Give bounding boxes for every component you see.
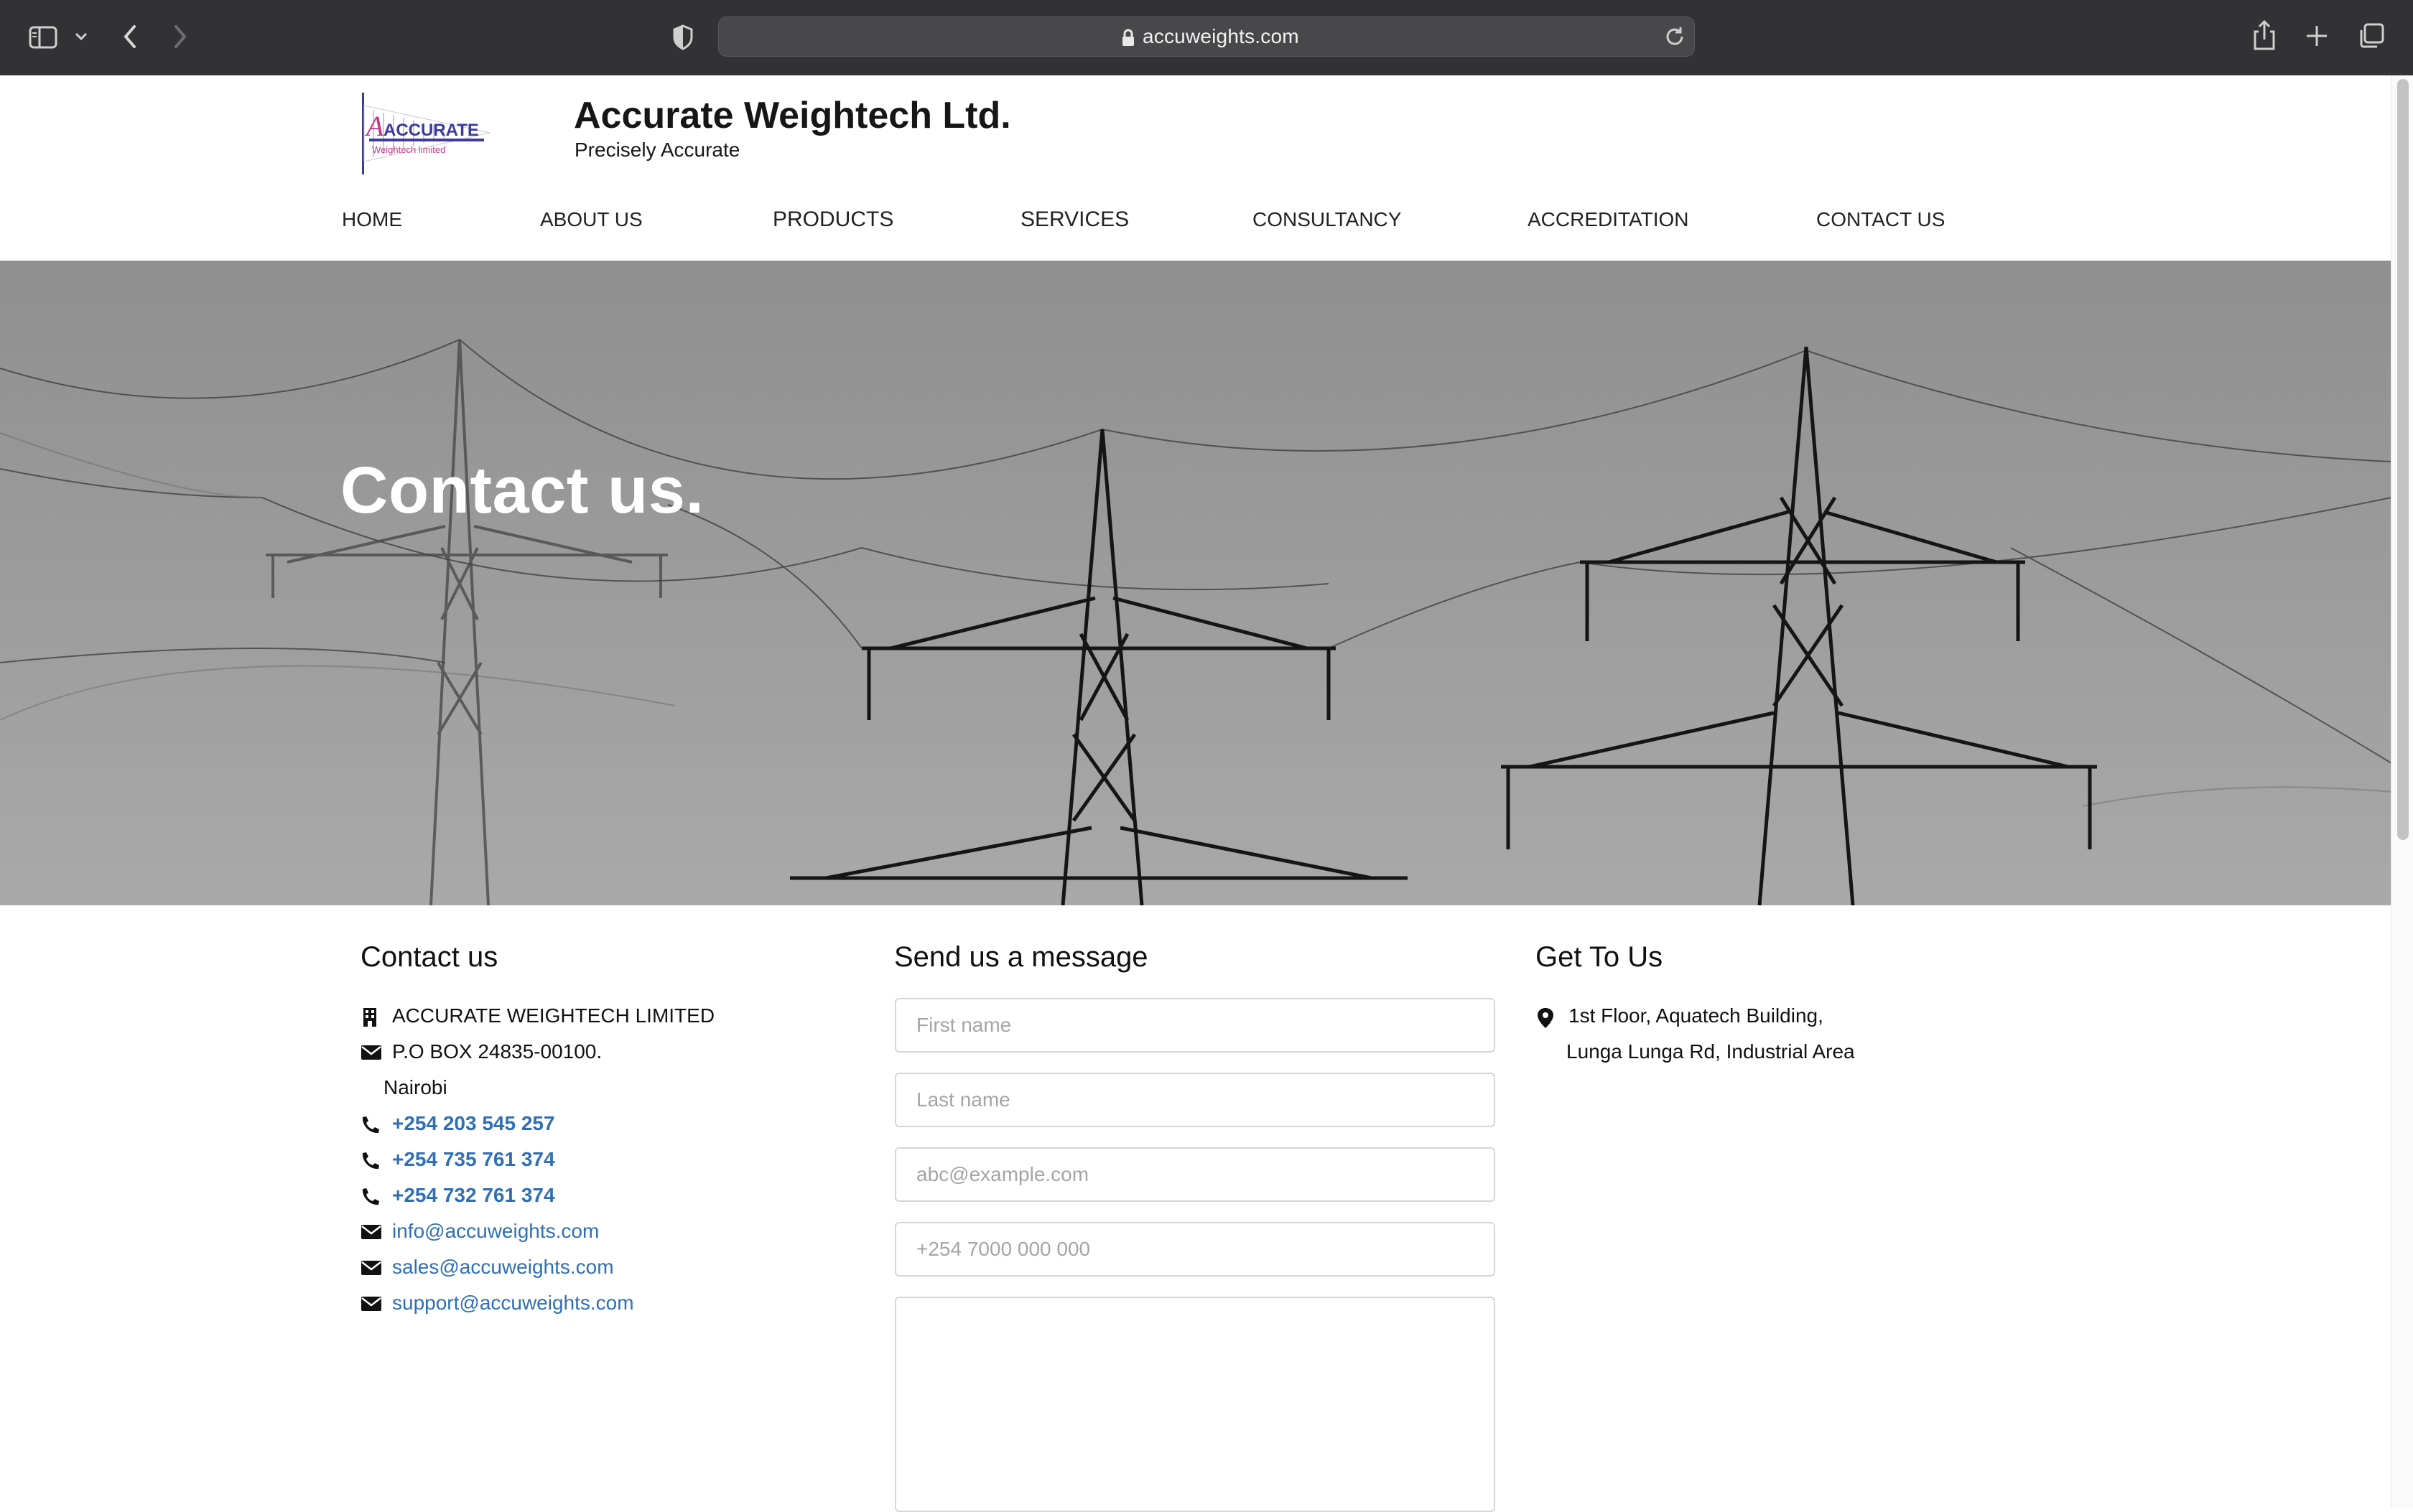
site-tagline: Precisely Accurate <box>575 139 740 161</box>
address-row-2: Lunga Lunga Rd, Industrial Area <box>1566 1040 1855 1063</box>
location-heading: Get To Us <box>1535 941 1663 973</box>
envelope-icon <box>361 1294 382 1315</box>
hero-banner: Contact us. <box>0 261 2391 905</box>
phone-icon <box>361 1115 382 1135</box>
lock-icon <box>1121 29 1135 47</box>
new-tab-plus-icon[interactable] <box>2305 24 2328 47</box>
privacy-shield-icon[interactable] <box>672 24 694 50</box>
nav-item-accreditation[interactable]: ACCREDITATION <box>1528 208 1689 231</box>
web-page: A ACCURATE Weightech limited Accurate We… <box>0 75 2391 1512</box>
map-pin-icon <box>1537 1007 1558 1028</box>
forward-arrow-icon[interactable] <box>172 24 188 50</box>
message-form-heading: Send us a message <box>894 941 1148 973</box>
company-name: ACCURATE WEIGHTECH LIMITED <box>392 1004 715 1027</box>
last-name-field[interactable] <box>895 1073 1495 1127</box>
nav-item-products[interactable]: PRODUCTS <box>773 207 893 232</box>
phone-icon <box>361 1151 382 1171</box>
building-icon <box>361 1007 382 1027</box>
address-bar[interactable]: accuweights.com <box>718 17 1695 57</box>
share-icon[interactable] <box>2252 20 2277 50</box>
sidebar-toggle-icon[interactable] <box>29 26 57 49</box>
browser-toolbar: accuweights.com <box>0 0 2413 76</box>
nav-item-home[interactable]: HOME <box>342 208 402 231</box>
first-name-field[interactable] <box>895 998 1495 1053</box>
email-link[interactable]: support@accuweights.com <box>392 1292 634 1315</box>
envelope-icon <box>361 1223 382 1243</box>
phone-link[interactable]: +254 203 545 257 <box>392 1112 555 1135</box>
phone-field[interactable] <box>895 1222 1495 1277</box>
phone-icon <box>361 1187 382 1207</box>
phone-link[interactable]: +254 735 761 374 <box>392 1148 555 1171</box>
city: Nairobi <box>383 1076 447 1098</box>
url-text: accuweights.com <box>1143 25 1299 47</box>
nav-item-about-us[interactable]: ABOUT US <box>540 208 643 231</box>
message-textarea[interactable] <box>895 1297 1495 1512</box>
tab-overview-icon[interactable] <box>2358 23 2384 49</box>
address-line-2: Lunga Lunga Rd, Industrial Area <box>1566 1040 1855 1063</box>
site-title[interactable]: Accurate Weightech Ltd. <box>574 94 1011 137</box>
city-row: Nairobi <box>383 1076 447 1099</box>
logo-text-main: ACCURATE <box>383 121 479 140</box>
phone-link[interactable]: +254 732 761 374 <box>392 1184 555 1207</box>
svg-text:A: A <box>364 110 384 142</box>
page-scrollbar-thumb[interactable] <box>2397 79 2409 840</box>
hero-title: Contact us. <box>340 454 705 527</box>
svg-text:Weightech limited: Weightech limited <box>372 144 445 155</box>
power-pylons-image <box>0 261 2391 905</box>
contact-heading: Contact us <box>361 941 498 973</box>
logo-text-sub: Weightech limited <box>372 144 445 155</box>
chevron-down-icon[interactable] <box>75 32 88 42</box>
company-logo[interactable]: A ACCURATE Weightech limited <box>359 91 493 176</box>
back-arrow-icon[interactable] <box>122 24 138 50</box>
email-link[interactable]: info@accuweights.com <box>392 1220 599 1243</box>
envelope-icon <box>361 1259 382 1279</box>
svg-text:ACCURATE: ACCURATE <box>383 121 479 140</box>
email-field[interactable] <box>895 1147 1495 1202</box>
nav-item-contact-us[interactable]: CONTACT US <box>1816 208 1945 231</box>
po-box: P.O BOX 24835-00100. <box>392 1040 603 1063</box>
email-link[interactable]: sales@accuweights.com <box>392 1256 614 1279</box>
nav-item-services[interactable]: SERVICES <box>1020 207 1129 232</box>
address-line-1: 1st Floor, Aquatech Building, <box>1568 1004 1823 1027</box>
reload-icon[interactable] <box>1664 26 1686 47</box>
envelope-icon <box>361 1043 382 1063</box>
nav-item-consultancy[interactable]: CONSULTANCY <box>1252 208 1401 231</box>
